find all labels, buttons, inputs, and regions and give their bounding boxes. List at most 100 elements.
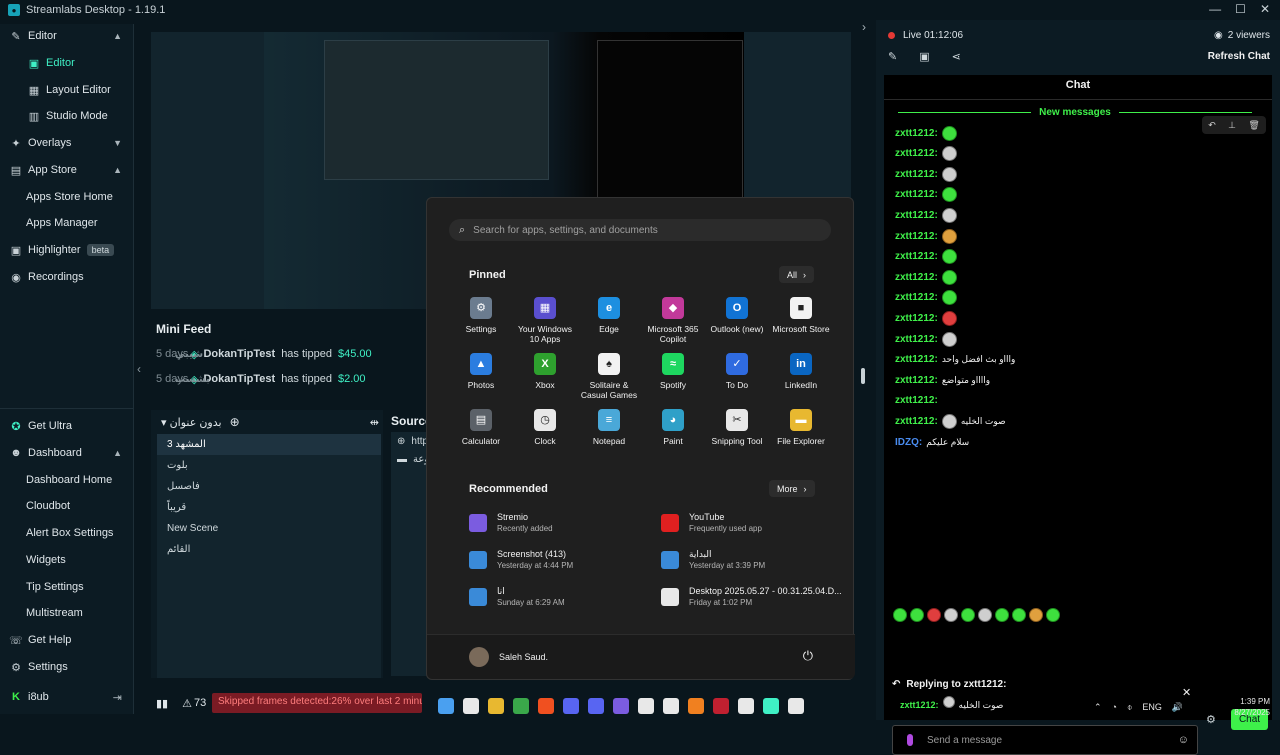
chat-message[interactable]: zxtt1212: صوت الخليه [895, 412, 1006, 430]
sidebar-item-apps-store-home[interactable]: Apps Store Home [0, 185, 134, 209]
chat-message[interactable]: zxtt1212: [895, 206, 957, 224]
pinned-app-1[interactable]: ▦ Your Windows 10 Apps [513, 297, 577, 344]
source-item[interactable]: ⊕ http [391, 432, 431, 450]
panel-resize-handle[interactable] [861, 368, 865, 384]
pin-icon[interactable]: ⊥ [1228, 120, 1236, 131]
edit-icon[interactable]: ✎ [888, 50, 897, 63]
sidebar-item-account[interactable]: Ki8ub ⇥ [0, 685, 134, 709]
chat-message[interactable]: zxtt1212: [895, 248, 957, 266]
sidebar-item-apps-manager[interactable]: Apps Manager [0, 211, 134, 235]
sidebar-item-studio-mode[interactable]: ▥ Studio Mode [0, 104, 134, 128]
chat-message[interactable]: zxtt1212: [895, 330, 957, 348]
sidebar-item-widgets[interactable]: Widgets [0, 548, 134, 572]
pinned-app-9[interactable]: ≈ Spotify [641, 353, 705, 390]
chat-username[interactable]: zxtt1212: [895, 354, 938, 365]
user-account[interactable]: Saleh Saud. [469, 647, 548, 667]
sidebar-item-alert-box-settings[interactable]: Alert Box Settings [0, 521, 134, 545]
language-indicator[interactable]: ENG [1142, 702, 1162, 712]
feed-row[interactable]: 5 days ◈ DokanTipTest has tipped $2.00 ب… [156, 369, 365, 389]
emote-icon[interactable] [944, 608, 958, 622]
emote-icon[interactable] [1046, 608, 1060, 622]
chat-username[interactable]: zxtt1212: [895, 210, 938, 221]
chat-username[interactable]: zxtt1212: [895, 231, 938, 242]
skipped-frames-warning[interactable]: Skipped frames detected:26% over last 2 … [212, 693, 422, 713]
chat-username[interactable]: zxtt1212: [895, 313, 938, 324]
source-item[interactable]: ▬ وعة [391, 450, 431, 468]
pinned-app-4[interactable]: O Outlook (new) [705, 297, 769, 334]
sidebar-item-settings[interactable]: ⚙ Settings [0, 655, 134, 679]
pinned-app-8[interactable]: ♠ Solitaire & Casual Games [577, 353, 641, 400]
sidebar-item-editor-group[interactable]: ✎ Editor ▲ [0, 24, 134, 48]
sidebar-item-dashboard[interactable]: ☻ Dashboard ▲ [0, 441, 134, 465]
logout-icon[interactable]: ⇥ [113, 691, 122, 704]
emote-icon[interactable] [1012, 608, 1026, 622]
pinned-app-13[interactable]: ◷ Clock [513, 409, 577, 446]
chat-username[interactable]: zxtt1212: [895, 395, 938, 406]
chat-message[interactable]: IDZQ: سلام عليكم [895, 433, 969, 451]
chat-message[interactable]: zxtt1212: [895, 186, 957, 204]
chat-message[interactable]: zxtt1212: [895, 289, 957, 307]
scene-collection-dropdown[interactable]: ▾ بدون عنوان [161, 416, 222, 429]
refresh-chat-button[interactable]: Refresh Chat [1208, 51, 1270, 62]
chevron-up-icon[interactable]: ⌃ [1094, 702, 1102, 713]
sidebar-item-recordings[interactable]: ◉ Recordings [0, 265, 134, 289]
sidebar-item-highlighter[interactable]: ▣ Highlighter beta [0, 238, 134, 262]
mic-tray-icon[interactable]: ⌽ [1127, 702, 1132, 713]
sidebar-item-get-ultra[interactable]: ✪ Get Ultra [0, 414, 134, 438]
sidebar-item-editor[interactable]: ▣ Editor [0, 51, 134, 75]
expand-panel-icon[interactable]: › [862, 20, 866, 34]
all-apps-button[interactable]: All › [779, 266, 815, 283]
obs-icon[interactable] [738, 698, 754, 714]
pinned-app-15[interactable]: ◕ Paint [641, 409, 705, 446]
add-scene-icon[interactable]: ⊕ [230, 415, 240, 429]
scene-item[interactable]: القائم [157, 539, 381, 560]
chat-message[interactable]: zxtt1212: [895, 392, 938, 410]
share-icon[interactable]: ⋖ [952, 50, 961, 63]
sidebar-item-multistream[interactable]: Multistream [0, 601, 134, 625]
chat-username[interactable]: zxtt1212: [895, 416, 938, 427]
emote-icon[interactable] [910, 608, 924, 622]
chat-message[interactable]: zxtt1212: [895, 145, 957, 163]
minimize-button[interactable]: — [1209, 2, 1221, 16]
power-icon[interactable]: ⏻ [803, 648, 813, 664]
widgets-icon[interactable] [663, 698, 679, 714]
sidebar-item-overlays[interactable]: ✦ Overlays ▼ [0, 131, 134, 155]
more-button[interactable]: More › [769, 480, 815, 497]
chat-message[interactable]: zxtt1212: [895, 165, 957, 183]
stremio-icon[interactable] [613, 698, 629, 714]
pinned-app-17[interactable]: ▬ File Explorer [769, 409, 833, 446]
chat-username[interactable]: zxtt1212: [895, 169, 938, 180]
recommended-item[interactable]: Screenshot (413) Yesterday at 4:44 PM [469, 546, 659, 574]
chat-username[interactable]: zxtt1212: [895, 334, 938, 345]
scene-item[interactable]: بلوت [157, 455, 381, 476]
chat-message[interactable]: zxtt1212: [895, 124, 957, 142]
scene-item[interactable]: New Scene [157, 518, 381, 539]
pinned-app-12[interactable]: ▤ Calculator [449, 409, 513, 446]
clock[interactable]: 1:39 PM 8/27/2025 [1234, 696, 1270, 718]
tiktok-icon[interactable] [638, 698, 654, 714]
stats-icon[interactable]: ▮▮ [156, 697, 168, 710]
chat-username[interactable]: zxtt1212: [895, 251, 938, 262]
pinned-app-3[interactable]: ◆ Microsoft 365 Copilot [641, 297, 705, 344]
streamlabs-icon[interactable] [763, 698, 779, 714]
close-button[interactable]: ✕ [1260, 2, 1270, 16]
chat-username[interactable]: zxtt1212: [895, 189, 938, 200]
chat-message[interactable]: zxtt1212: [895, 268, 957, 286]
brave-icon[interactable] [538, 698, 554, 714]
app-red-icon[interactable] [713, 698, 729, 714]
camera-icon[interactable]: ▣ [919, 50, 929, 63]
scene-item[interactable]: فاصسل [157, 476, 381, 497]
panel-collapse-icon[interactable]: ⇹ [370, 416, 379, 429]
pinned-app-14[interactable]: ≡ Notepad [577, 409, 641, 446]
emote-icon[interactable] [961, 608, 975, 622]
send-message-input[interactable]: Send a message ☺ [892, 725, 1198, 755]
search-icon[interactable] [463, 698, 479, 714]
volume-icon[interactable]: 🔊 [1172, 702, 1183, 713]
emoji-icon[interactable]: ☺ [1178, 734, 1189, 746]
pinned-app-6[interactable]: ▲ Photos [449, 353, 513, 390]
sidebar-item-dashboard-home[interactable]: Dashboard Home [0, 468, 134, 492]
sidebar-item-layout-editor[interactable]: ▦ Layout Editor [0, 78, 134, 102]
scene-item[interactable]: المشهد 3 [157, 434, 381, 455]
emote-icon[interactable] [995, 608, 1009, 622]
sidebar-item-cloudbot[interactable]: Cloudbot [0, 494, 134, 518]
